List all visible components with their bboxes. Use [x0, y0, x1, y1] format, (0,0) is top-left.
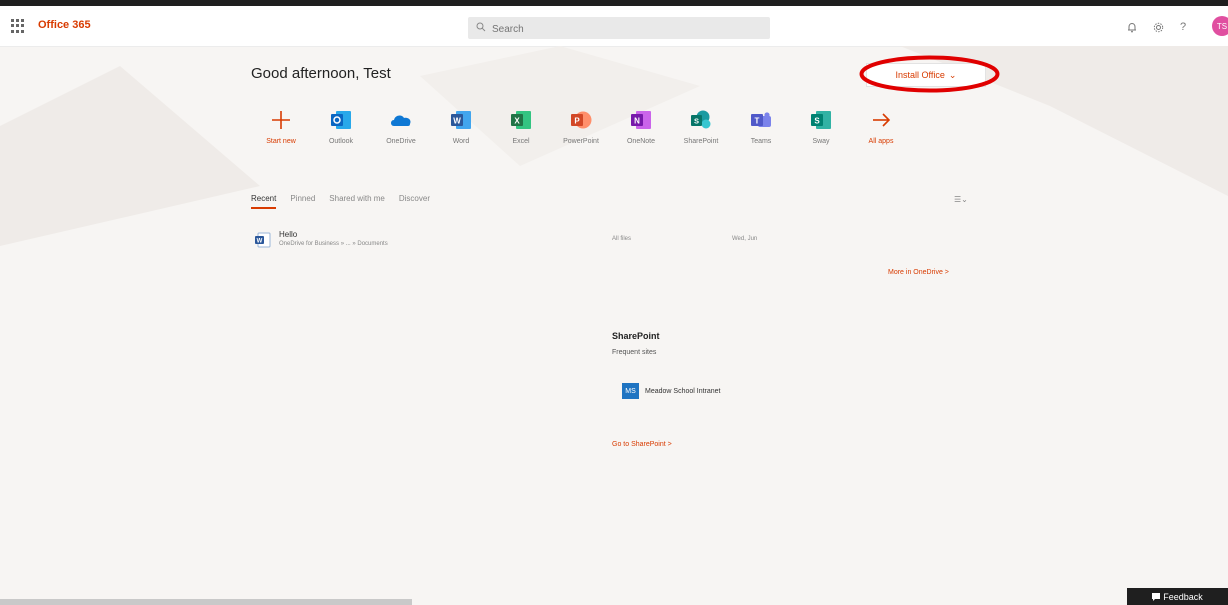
app-word[interactable]: W Word	[431, 108, 491, 158]
horizontal-scrollbar[interactable]	[0, 599, 412, 605]
frequent-sites-label: Frequent sites	[612, 349, 657, 356]
app-label: SharePoint	[683, 138, 719, 145]
excel-icon: X	[509, 108, 533, 132]
teams-icon: T	[749, 108, 773, 132]
app-launcher-row: Start new Outlook OneDrive W Word X Exce…	[251, 108, 971, 158]
onenote-icon: N	[629, 108, 653, 132]
app-sway[interactable]: S Sway	[791, 108, 851, 158]
file-modified-time: Wed, Jun	[732, 236, 758, 242]
outlook-icon	[329, 108, 353, 132]
bell-icon[interactable]	[1125, 20, 1139, 34]
sway-icon: S	[809, 108, 833, 132]
powerpoint-icon: P	[569, 108, 593, 132]
app-label: OneNote	[626, 138, 656, 145]
svg-text:W: W	[257, 239, 263, 245]
app-sharepoint[interactable]: S SharePoint	[671, 108, 731, 158]
feedback-button[interactable]: Feedback	[1127, 588, 1228, 605]
header-bar: Office 365 ? TS	[0, 6, 1228, 47]
tab-pinned[interactable]: Pinned	[290, 194, 315, 209]
file-location: OneDrive for Business » ... » Documents	[279, 241, 388, 247]
app-onenote[interactable]: N OneNote	[611, 108, 671, 158]
app-outlook[interactable]: Outlook	[311, 108, 371, 158]
svg-text:S: S	[814, 117, 820, 126]
tab-shared-with-me[interactable]: Shared with me	[329, 194, 385, 209]
list-item[interactable]: MS Meadow School Intranet	[622, 382, 721, 400]
app-all-apps[interactable]: All apps	[851, 108, 911, 158]
sharepoint-section-title: SharePoint	[612, 331, 660, 341]
sharepoint-icon: S	[689, 108, 713, 132]
greeting-heading: Good afternoon, Test	[251, 65, 391, 82]
svg-text:T: T	[755, 117, 760, 126]
tab-recent[interactable]: Recent	[251, 194, 277, 209]
app-label: Word	[452, 138, 470, 145]
app-start-new[interactable]: Start new	[251, 108, 311, 158]
file-activity: All files	[612, 236, 632, 242]
word-icon: W	[449, 108, 473, 132]
tab-discover[interactable]: Discover	[399, 194, 430, 209]
search-icon	[476, 22, 486, 32]
svg-text:W: W	[453, 117, 461, 126]
plus-icon	[269, 108, 293, 132]
svg-text:X: X	[514, 117, 520, 126]
site-logo: MS	[622, 383, 639, 399]
svg-text:S: S	[694, 117, 699, 126]
table-row[interactable]: W Hello OneDrive for Business » ... » Do…	[251, 228, 981, 256]
app-label: PowerPoint	[563, 138, 599, 145]
highlight-ring-annotation	[859, 55, 1000, 93]
site-name[interactable]: Meadow School Intranet	[645, 388, 721, 395]
app-powerpoint[interactable]: P PowerPoint	[551, 108, 611, 158]
search-input[interactable]	[490, 20, 764, 38]
file-name[interactable]: Hello	[279, 230, 297, 239]
avatar[interactable]: TS	[1212, 16, 1228, 36]
app-onedrive[interactable]: OneDrive	[371, 108, 431, 158]
app-excel[interactable]: X Excel	[491, 108, 551, 158]
sort-menu-button[interactable]: ☰⌄	[954, 195, 968, 204]
app-label: OneDrive	[386, 138, 416, 145]
app-label: Outlook	[328, 138, 354, 145]
arrow-right-icon	[869, 108, 893, 132]
feedback-icon	[1152, 592, 1161, 601]
feedback-label: Feedback	[1163, 591, 1203, 602]
app-label: All apps	[868, 138, 894, 145]
search-box[interactable]	[468, 17, 770, 39]
svg-text:N: N	[634, 117, 640, 126]
onedrive-icon	[389, 108, 413, 132]
app-label: Sway	[812, 138, 830, 145]
documents-tabs: Recent Pinned Shared with me Discover	[251, 194, 430, 209]
help-icon[interactable]: ?	[1176, 20, 1190, 34]
more-in-onedrive-link[interactable]: More in OneDrive >	[888, 269, 949, 276]
app-launcher-icon[interactable]	[11, 19, 25, 33]
word-document-icon: W	[255, 232, 271, 248]
app-label: Excel	[512, 138, 530, 145]
go-to-sharepoint-link[interactable]: Go to SharePoint >	[612, 441, 672, 448]
svg-text:P: P	[574, 117, 580, 126]
app-teams[interactable]: T Teams	[731, 108, 791, 158]
brand-title[interactable]: Office 365	[38, 19, 91, 31]
gear-icon[interactable]	[1151, 20, 1165, 34]
app-label: Start new	[266, 138, 296, 145]
app-label: Teams	[750, 138, 772, 145]
